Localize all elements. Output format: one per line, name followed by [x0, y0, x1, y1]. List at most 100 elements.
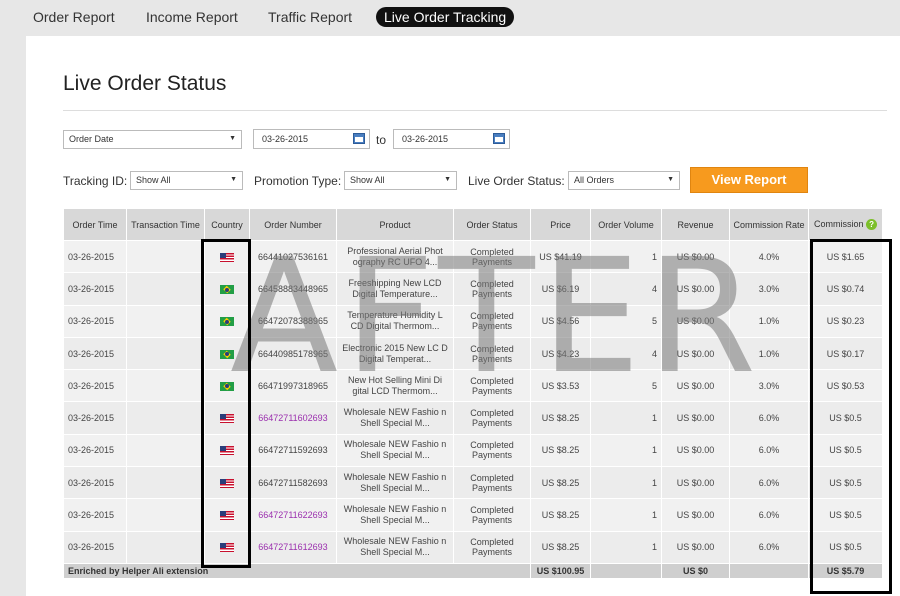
commission-cell: US $0.5 [808, 498, 883, 532]
commission-rate-cell: 4.0% [729, 239, 809, 274]
col-transaction-time[interactable]: Transaction Time [126, 208, 205, 241]
commission-cell: US $0.53 [808, 369, 883, 403]
order-time-cell: 03-26-2015 [63, 304, 127, 338]
date-to-field[interactable]: 03-26-2015 [393, 129, 510, 149]
tab-order-report[interactable]: Order Report [33, 9, 115, 25]
order-number-link[interactable]: 66472711622693 [249, 498, 337, 532]
order-number-link[interactable]: 66472711602693 [249, 401, 337, 435]
order-time-cell: 03-26-2015 [63, 530, 127, 564]
order-volume-cell: 1 [590, 239, 662, 274]
order-time-cell: 03-26-2015 [63, 433, 127, 468]
footer-rate-cell [729, 562, 809, 579]
view-report-button[interactable]: View Report [690, 167, 808, 193]
footer-revenue-total: US $0 [661, 562, 730, 579]
price-cell: US $8.25 [530, 433, 591, 468]
order-number-link[interactable]: 66472078388965 [249, 304, 337, 338]
product-link[interactable]: Wholesale NEW Fashio n Shell Special M..… [336, 530, 454, 564]
product-link[interactable]: Professional Aerial Phot ography RC UFO … [336, 239, 454, 274]
date-from-field[interactable]: 03-26-2015 [253, 129, 370, 149]
order-status-cell: Completed Payments [453, 401, 531, 435]
table-row: 03-26-2015 66472711612693 Wholesale NEW Fa… [63, 530, 883, 564]
col-order-number[interactable]: Order Number [249, 208, 337, 241]
order-volume-cell: 4 [590, 272, 662, 306]
product-link[interactable]: Wholesale NEW Fashio n Shell Special M..… [336, 433, 454, 468]
product-link[interactable]: Electronic 2015 New LC D Digital Tempera… [336, 336, 454, 371]
chevron-down-icon: ▼ [230, 176, 237, 183]
price-cell: US $8.25 [530, 466, 591, 500]
order-time-cell: 03-26-2015 [63, 336, 127, 371]
price-cell: US $4.56 [530, 304, 591, 338]
help-icon[interactable]: ? [866, 219, 878, 231]
calendar-icon[interactable] [493, 133, 505, 144]
footer-price-total: US $100.95 [530, 562, 591, 579]
price-cell: US $8.25 [530, 530, 591, 564]
transaction-time-cell [126, 498, 205, 532]
tracking-id-select[interactable]: Show All ▼ [130, 171, 243, 190]
price-cell: US $8.25 [530, 498, 591, 532]
product-link[interactable]: Temperature Humidity L CD Digital Thermo… [336, 304, 454, 338]
tab-traffic-report[interactable]: Traffic Report [268, 9, 352, 25]
commission-rate-cell: 1.0% [729, 304, 809, 338]
col-revenue[interactable]: Revenue [661, 208, 730, 241]
order-number-link[interactable]: 66471997318965 [249, 369, 337, 403]
order-number-link[interactable]: 66472711612693 [249, 530, 337, 564]
table-row: 03-26-2015 66471997318965 New Hot Selling … [63, 369, 883, 403]
us-flag-icon [220, 543, 234, 553]
order-time-cell: 03-26-2015 [63, 239, 127, 274]
revenue-cell: US $0.00 [661, 433, 730, 468]
order-number-link[interactable]: 66472711592693 [249, 433, 337, 468]
promotion-type-select[interactable]: Show All ▼ [344, 171, 457, 190]
commission-cell: US $0.5 [808, 466, 883, 500]
tab-income-report[interactable]: Income Report [146, 9, 238, 25]
live-order-status-select[interactable]: All Orders ▼ [568, 171, 680, 190]
product-link[interactable]: Wholesale NEW Fashio n Shell Special M..… [336, 401, 454, 435]
country-cell [204, 369, 250, 403]
order-status-cell: Completed Payments [453, 466, 531, 500]
col-order-status[interactable]: Order Status [453, 208, 531, 241]
tracking-id-label: Tracking ID: [63, 174, 128, 188]
date-type-select[interactable]: Order Date ▼ [63, 130, 242, 149]
us-flag-icon [220, 446, 234, 456]
col-order-volume[interactable]: Order Volume [590, 208, 662, 241]
date-type-value: Order Date [69, 134, 114, 144]
commission-cell: US $0.5 [808, 530, 883, 564]
commission-rate-cell: 1.0% [729, 336, 809, 371]
table-row: 03-26-2015 66472711602693 Wholesale NEW Fa… [63, 401, 883, 435]
orders-table: Order Time Transaction Time Country Orde… [63, 208, 883, 579]
product-link[interactable]: Freeshipping New LCD Digital Temperature… [336, 272, 454, 306]
product-link[interactable]: Wholesale NEW Fashio n Shell Special M..… [336, 498, 454, 532]
commission-rate-cell: 6.0% [729, 401, 809, 435]
table-row: 03-26-2015 66472078388965 Temperature Humi… [63, 304, 883, 338]
order-number-link[interactable]: 66458883448965 [249, 272, 337, 306]
col-commission[interactable]: Commission ? [808, 208, 883, 241]
order-status-cell: Completed Payments [453, 272, 531, 306]
calendar-icon[interactable] [353, 133, 365, 144]
col-order-time[interactable]: Order Time [63, 208, 127, 241]
col-product[interactable]: Product [336, 208, 454, 241]
chevron-down-icon: ▼ [229, 135, 236, 142]
chevron-down-icon: ▼ [444, 176, 451, 183]
transaction-time-cell [126, 272, 205, 306]
revenue-cell: US $0.00 [661, 239, 730, 274]
col-price[interactable]: Price [530, 208, 591, 241]
commission-cell: US $0.74 [808, 272, 883, 306]
tracking-id-value: Show All [136, 175, 171, 185]
table-row: 03-26-2015 66472711592693 Wholesale NEW Fa… [63, 433, 883, 468]
order-status-cell: Completed Payments [453, 304, 531, 338]
product-link[interactable]: Wholesale NEW Fashio n Shell Special M..… [336, 466, 454, 500]
order-number-link[interactable]: 66440985178965 [249, 336, 337, 371]
revenue-cell: US $0.00 [661, 304, 730, 338]
order-number-link[interactable]: 66441027536161 [249, 239, 337, 274]
revenue-cell: US $0.00 [661, 466, 730, 500]
footer-volume-cell [590, 562, 662, 579]
product-link[interactable]: New Hot Selling Mini Di gital LCD Thermo… [336, 369, 454, 403]
live-order-status-value: All Orders [574, 175, 615, 185]
country-cell [204, 272, 250, 306]
transaction-time-cell [126, 401, 205, 435]
col-commission-rate[interactable]: Commission Rate [729, 208, 809, 241]
col-country[interactable]: Country [204, 208, 250, 241]
order-number-link[interactable]: 66472711582693 [249, 466, 337, 500]
country-cell [204, 530, 250, 564]
revenue-cell: US $0.00 [661, 369, 730, 403]
tab-live-order-tracking[interactable]: Live Order Tracking [376, 7, 515, 27]
